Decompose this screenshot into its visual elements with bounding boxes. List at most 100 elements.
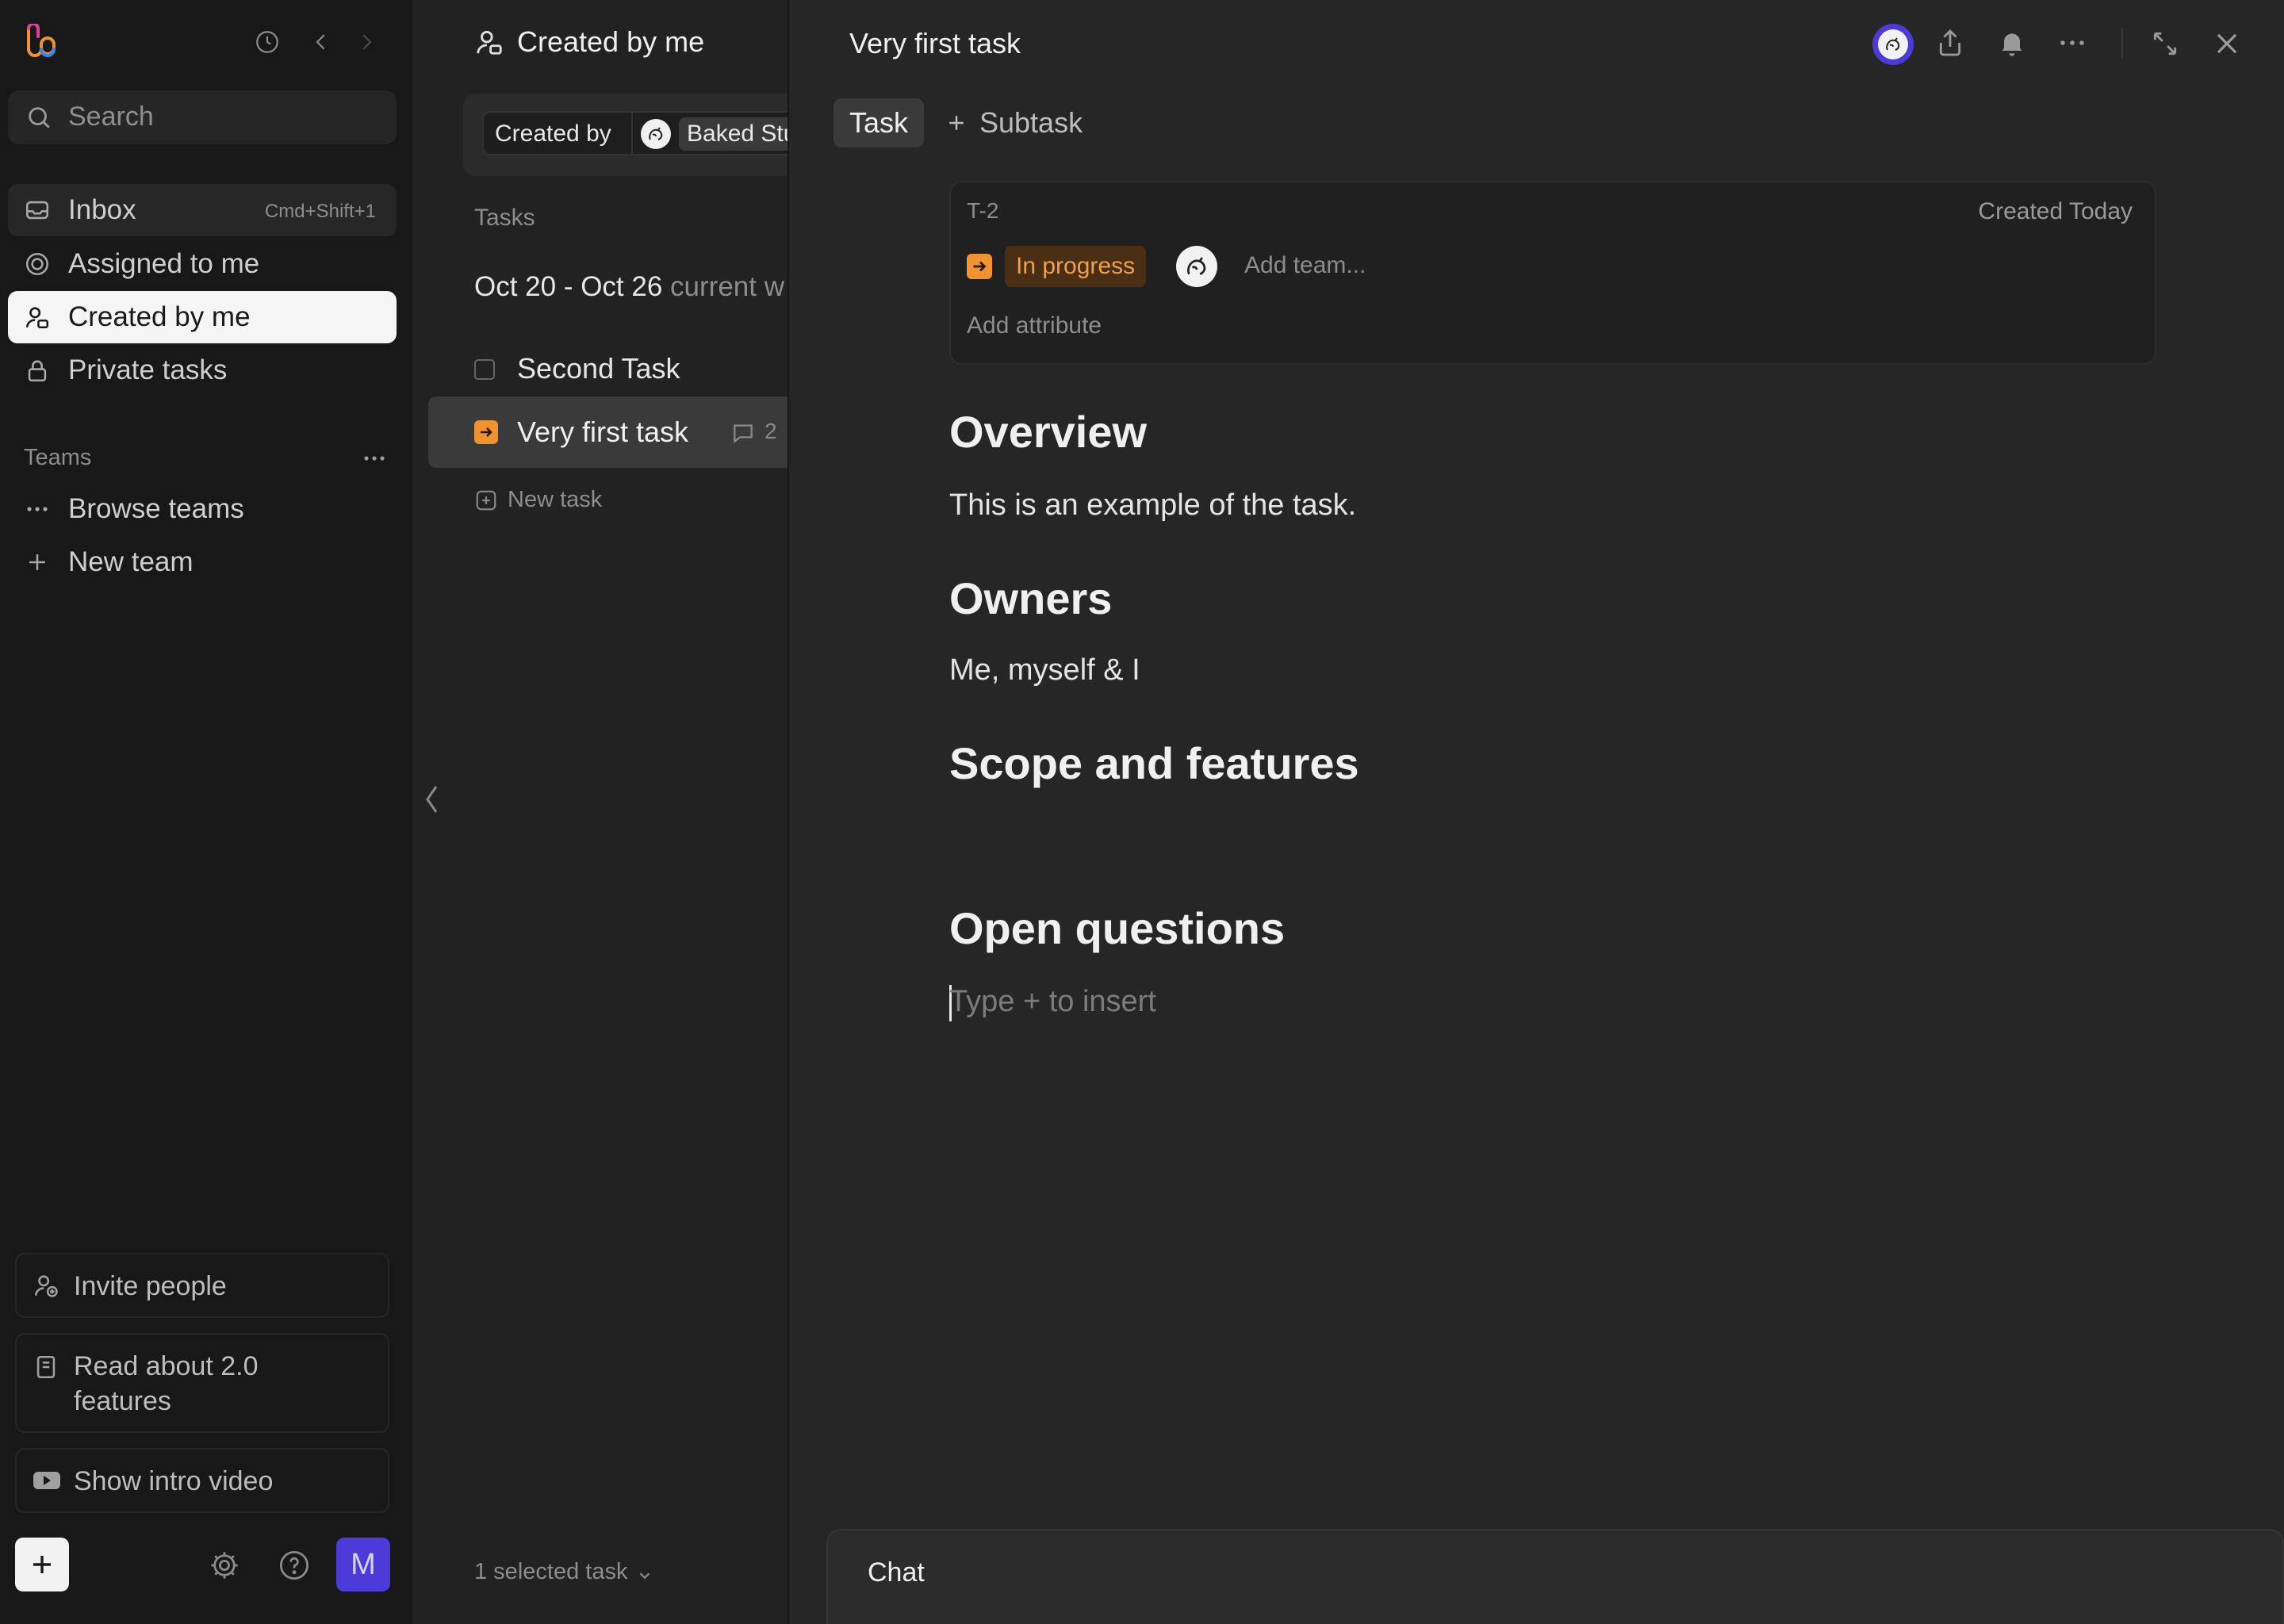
inbox-icon	[24, 197, 51, 224]
read-label-line1: Read about 2.0	[74, 1351, 259, 1381]
history-icon[interactable]	[254, 29, 281, 56]
chat-panel[interactable]: Chat	[826, 1529, 2284, 1624]
search-input[interactable]: Search	[68, 102, 154, 132]
bell-icon[interactable]	[1996, 27, 2028, 59]
read-label-line2: features	[74, 1386, 171, 1416]
video-label: Show intro video	[74, 1466, 274, 1496]
tab-task-label: Task	[849, 106, 909, 139]
filter-chip[interactable]: Created by Baked Stu	[482, 111, 788, 155]
add-subtask-icon	[945, 111, 968, 135]
comment-icon	[730, 420, 757, 446]
nav-created-by-me[interactable]: Created by me	[8, 291, 397, 343]
in-progress-icon	[474, 420, 498, 444]
plus-icon	[24, 549, 51, 576]
close-icon[interactable]	[2212, 29, 2242, 59]
filter-label: Created by	[495, 121, 611, 147]
collapse-sidebar-icon[interactable]	[420, 782, 443, 817]
overview-text[interactable]: This is an example of the task.	[949, 488, 1356, 523]
status-icon[interactable]	[967, 254, 992, 279]
table-row[interactable]: Very first task 2	[428, 396, 788, 468]
nav-assigned-label: Assigned to me	[68, 248, 260, 279]
chevron-down-icon	[636, 1567, 653, 1584]
week-group-header[interactable]: Oct 20 - Oct 26 current w	[474, 271, 784, 303]
task-detail-panel: Very first task Task Subtask T-2 Created…	[789, 0, 2284, 1624]
selection-dropdown[interactable]: 1 selected task	[474, 1559, 653, 1585]
header-divider	[2121, 29, 2123, 59]
help-icon[interactable]	[278, 1549, 311, 1582]
list-title: Created by me	[517, 25, 705, 58]
owners-text[interactable]: Me, myself & I	[949, 653, 1140, 688]
nav-private-label: Private tasks	[68, 354, 228, 385]
chat-label: Chat	[868, 1557, 925, 1588]
collapse-expand-icon[interactable]	[2150, 29, 2180, 59]
tab-subtask[interactable]: Subtask	[945, 98, 1083, 147]
book-icon	[33, 1354, 59, 1381]
list-title-user-icon	[474, 27, 504, 57]
invite-label: Invite people	[74, 1271, 227, 1301]
show-intro-video-button[interactable]: Show intro video	[15, 1448, 389, 1513]
attributes-card: T-2 Created Today In progress Add team..…	[949, 181, 2156, 365]
add-attribute-button[interactable]: Add attribute	[967, 312, 1102, 339]
share-icon[interactable]	[1934, 27, 1966, 59]
back-icon[interactable]	[309, 29, 333, 56]
invite-people-button[interactable]: Invite people	[15, 1253, 389, 1318]
youtube-icon	[33, 1467, 60, 1494]
editor-input[interactable]: Type + to insert	[949, 985, 1156, 1019]
browse-teams[interactable]: Browse teams	[8, 483, 397, 535]
owner-avatar[interactable]	[1176, 246, 1217, 287]
lock-icon	[24, 357, 51, 384]
new-team[interactable]: New team	[8, 536, 397, 588]
checkbox[interactable]	[474, 359, 495, 380]
target-icon	[24, 251, 51, 278]
forward-icon[interactable]	[354, 29, 378, 56]
task-list-panel: Created by me Created by Baked Stu Tasks…	[412, 0, 788, 1624]
more-options-icon[interactable]	[2056, 35, 2088, 51]
tasks-section-label: Tasks	[474, 205, 535, 231]
status-label: In progress	[1016, 253, 1136, 279]
sidebar: Search Inbox Cmd+Shift+1 Assigned to me …	[0, 0, 412, 1624]
add-square-icon	[474, 488, 498, 512]
detail-title: Very first task	[849, 27, 1021, 59]
nav-inbox-label: Inbox	[68, 194, 136, 225]
new-task-label: New task	[508, 487, 603, 512]
avatar-image	[1878, 29, 1908, 59]
settings-icon[interactable]	[208, 1549, 241, 1582]
nav-assigned-to-me[interactable]: Assigned to me	[8, 238, 397, 290]
scope-heading: Scope and features	[949, 738, 1359, 788]
nav-private-tasks[interactable]: Private tasks	[8, 344, 397, 396]
task-title: Very first task	[517, 416, 689, 448]
create-button[interactable]	[15, 1538, 69, 1591]
week-suffix: current w	[670, 271, 784, 302]
teams-more-icon[interactable]	[360, 450, 389, 466]
tab-subtask-label: Subtask	[979, 106, 1083, 139]
add-team-field[interactable]: Add team...	[1244, 252, 1366, 279]
user-avatar[interactable]: M	[336, 1538, 390, 1591]
status-badge[interactable]: In progress	[1005, 246, 1147, 287]
filter-divider	[631, 113, 633, 154]
avatar-letter: M	[351, 1547, 376, 1581]
task-title: Second Task	[517, 352, 680, 385]
new-team-label: New team	[68, 546, 194, 577]
comment-count: 2	[765, 419, 777, 443]
selection-label: 1 selected task	[474, 1559, 628, 1584]
filter-value-chip[interactable]: Baked Stu	[679, 117, 788, 151]
read-about-button[interactable]: Read about 2.0 features	[15, 1333, 389, 1433]
search-icon	[25, 104, 52, 131]
table-row[interactable]: Second Task	[428, 336, 788, 403]
user-icon	[24, 304, 51, 331]
add-user-icon	[33, 1272, 59, 1299]
task-id: T-2	[967, 198, 999, 223]
search-box[interactable]: Search	[8, 90, 397, 144]
tab-task[interactable]: Task	[834, 98, 924, 147]
questions-heading: Open questions	[949, 903, 1286, 953]
browse-teams-label: Browse teams	[68, 493, 244, 524]
teams-heading: Teams	[24, 445, 92, 470]
week-range: Oct 20 - Oct 26	[474, 271, 663, 302]
nav-inbox[interactable]: Inbox Cmd+Shift+1	[8, 184, 397, 236]
created-date: Created Today	[1978, 198, 2133, 224]
inbox-shortcut: Cmd+Shift+1	[264, 201, 376, 222]
app-logo[interactable]	[22, 24, 56, 60]
assignee-avatar[interactable]	[1872, 24, 1914, 65]
filter-value: Baked Stu	[687, 121, 788, 147]
nav-created-label: Created by me	[68, 301, 251, 332]
